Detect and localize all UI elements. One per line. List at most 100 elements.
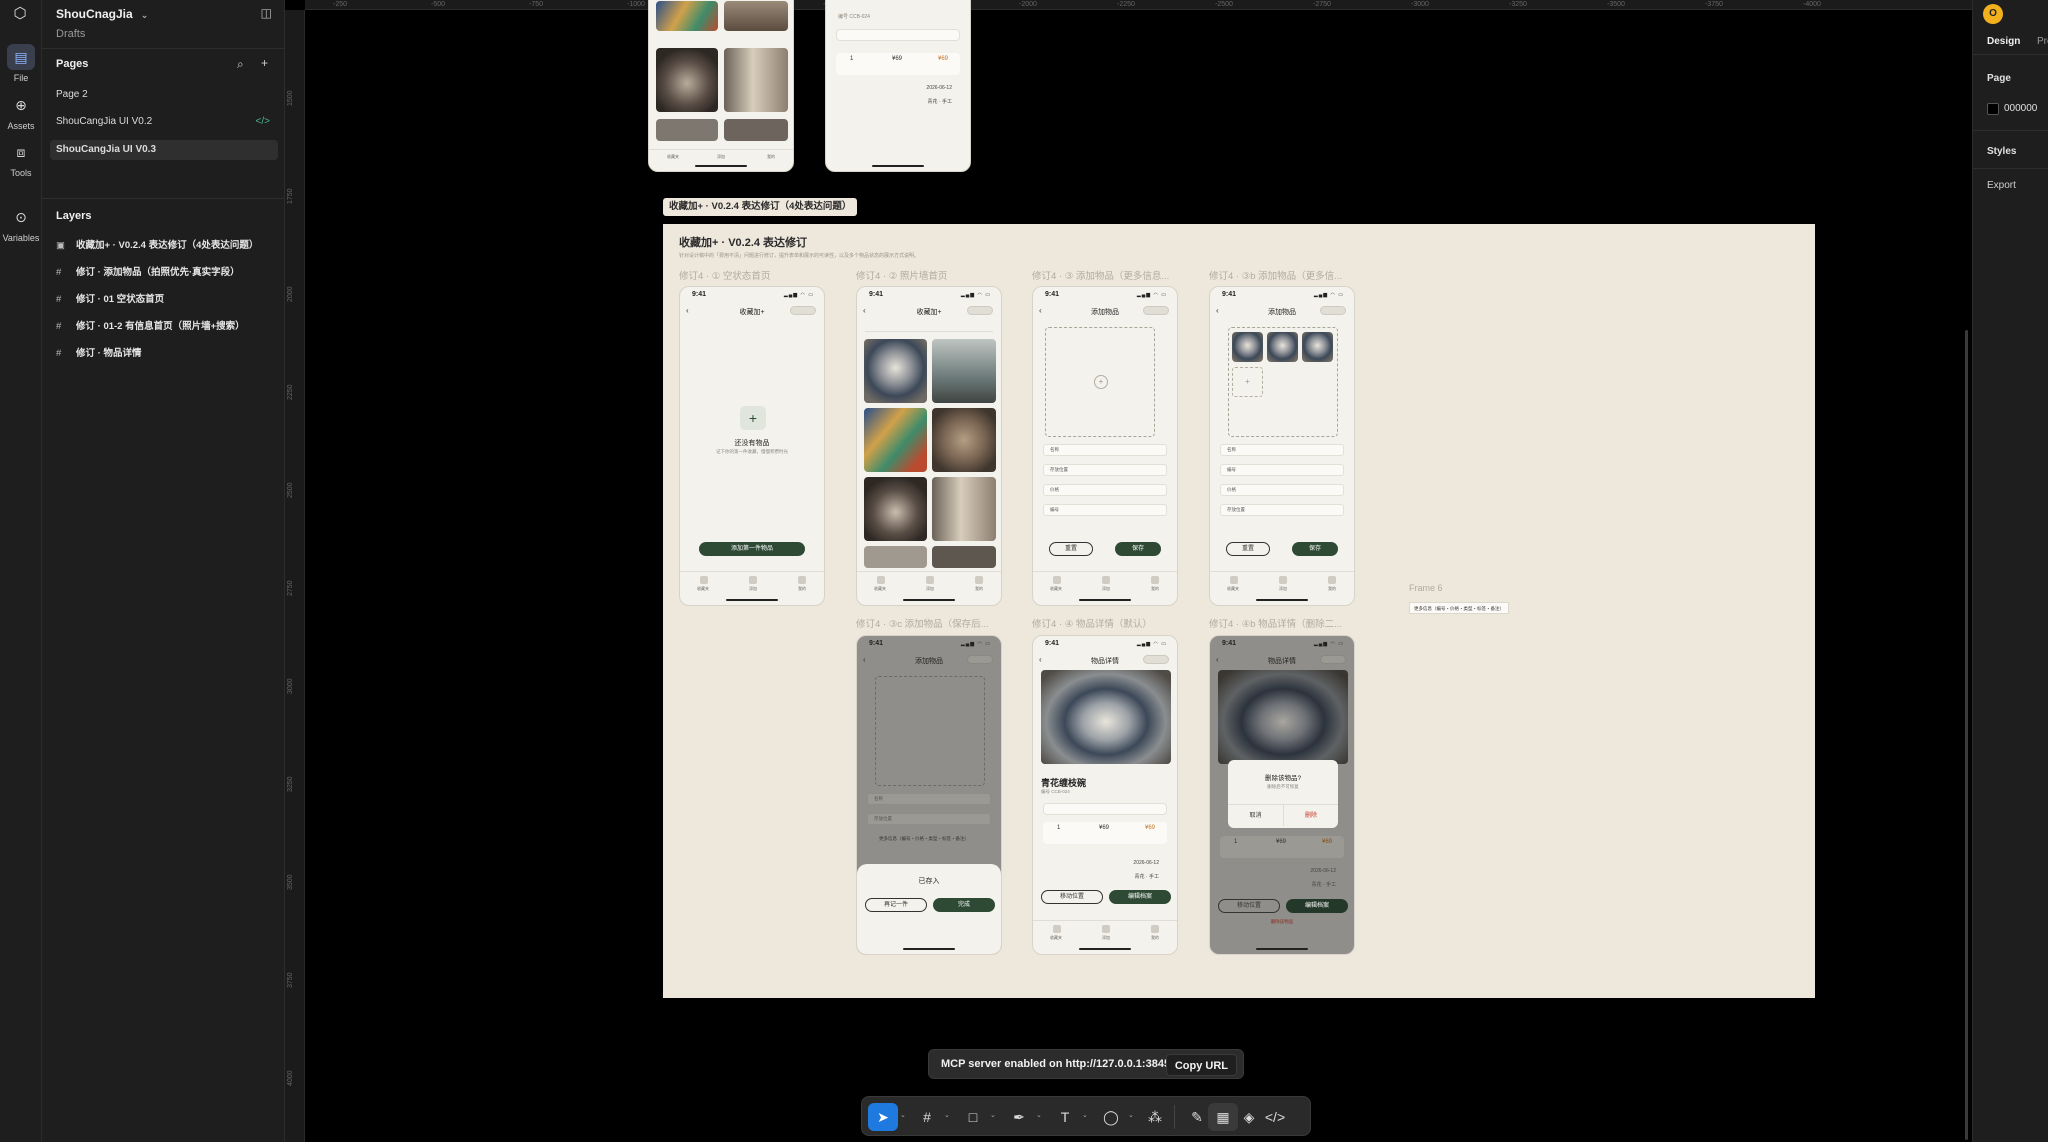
layer-frame[interactable]: # 修订 · 添加物品（拍照优先·真实字段）: [56, 264, 282, 282]
phone-add-item-photos[interactable]: 9:41 ▂▄▆ ◠ ▭ ‹ 添加物品 + 名称 编号 价格 存放位置 重置 保…: [1209, 286, 1355, 606]
photo-thumb[interactable]: [864, 408, 927, 472]
photo-thumb[interactable]: [864, 339, 927, 403]
chevron-down-icon[interactable]: ⌄: [1128, 1111, 1134, 1119]
photo-thumb[interactable]: [1232, 332, 1263, 362]
search-input[interactable]: [865, 323, 993, 332]
capsule-menu[interactable]: [967, 306, 993, 315]
search-icon[interactable]: ⌕: [237, 57, 244, 72]
rail-tools[interactable]: ⧈ Tools: [0, 139, 42, 178]
page-item-v03[interactable]: ShouCangJia UI V0.3: [50, 140, 278, 160]
add-again-button[interactable]: 再记一件: [865, 898, 927, 912]
edit-record-button[interactable]: 编辑档案: [1109, 890, 1171, 904]
page-item-v02[interactable]: ShouCangJia UI V0.2 </>: [50, 112, 278, 132]
delete-item-link[interactable]: 删除该物品: [1210, 919, 1354, 925]
capsule-menu[interactable]: [967, 655, 993, 664]
main-frame[interactable]: 收藏加+ · V0.2.4 表达修订 针对设计稿中的「费用不清」问题进行修订，提…: [663, 224, 1815, 998]
project-name[interactable]: ShouCnagJia ⌄: [56, 7, 148, 21]
project-location[interactable]: Drafts: [56, 28, 85, 40]
page-color-value[interactable]: 000000: [2004, 103, 2037, 114]
export-label[interactable]: Export: [1987, 180, 2016, 191]
move-tool-icon[interactable]: ➤: [868, 1103, 898, 1131]
add-photo-icon[interactable]: +: [1094, 375, 1108, 389]
photo-thumb[interactable]: [932, 339, 996, 403]
photo-thumb[interactable]: [656, 1, 718, 31]
save-button[interactable]: 保存: [1115, 542, 1161, 556]
code-field[interactable]: 编号: [1043, 504, 1167, 516]
pen-tool-icon[interactable]: ✒: [1004, 1103, 1034, 1131]
add-first-button[interactable]: 添加第一件物品: [699, 542, 805, 556]
photo-thumb[interactable]: [1267, 332, 1298, 362]
rail-variables[interactable]: ⊙ Variables: [0, 204, 42, 243]
capsule-menu[interactable]: [1143, 655, 1169, 664]
chevron-down-icon[interactable]: ⌄: [1082, 1111, 1088, 1119]
layer-frame[interactable]: # 修订 · 01 空状态首页: [56, 291, 282, 309]
photo-thumb[interactable]: [932, 477, 996, 541]
reset-button[interactable]: 重置: [1049, 542, 1093, 556]
frame6-label[interactable]: Frame 6: [1409, 583, 1443, 593]
location-row[interactable]: [836, 29, 960, 41]
chevron-down-icon[interactable]: ⌄: [1036, 1111, 1042, 1119]
item-photo[interactable]: [1041, 670, 1171, 764]
canvas[interactable]: -250-500-750-1000-1250-1500-1750-2000-22…: [285, 0, 1972, 1142]
location-field[interactable]: 存放位置: [1043, 464, 1167, 476]
dev-mode-icon[interactable]: </>: [1260, 1103, 1290, 1131]
photo-thumb[interactable]: [656, 119, 718, 141]
location-field[interactable]: 存放位置: [1220, 504, 1344, 516]
phone-photo-wall-partial[interactable]: 收藏夹 添加 我的: [648, 0, 794, 172]
tab-design[interactable]: Design: [1987, 36, 2020, 47]
frame-tool-icon[interactable]: #: [912, 1103, 942, 1131]
capsule-menu[interactable]: [1320, 306, 1346, 315]
frame6-content[interactable]: 更多信息（编号・价格・类型・标签・备注）: [1409, 602, 1509, 614]
price-field[interactable]: 价格: [1043, 484, 1167, 496]
photo-thumb[interactable]: [724, 48, 788, 112]
chevron-down-icon[interactable]: ⌄: [900, 1111, 906, 1119]
chevron-down-icon[interactable]: ⌄: [990, 1111, 996, 1119]
name-field[interactable]: 名称: [1220, 444, 1344, 456]
photo-thumb[interactable]: [656, 48, 718, 112]
done-button[interactable]: 完成: [933, 898, 995, 912]
layer-frame[interactable]: # 修订 · 物品详情: [56, 345, 282, 363]
photo-thumb[interactable]: [932, 546, 996, 568]
cancel-button[interactable]: 取消: [1228, 804, 1283, 826]
add-photo-icon[interactable]: +: [1232, 367, 1263, 397]
photo-thumb[interactable]: [864, 477, 927, 541]
photo-thumb[interactable]: [932, 408, 996, 472]
name-field[interactable]: 名称: [1043, 444, 1167, 456]
add-page-icon[interactable]: +: [261, 56, 268, 70]
capsule-menu[interactable]: [790, 306, 816, 315]
toggle-panel-icon[interactable]: ◫: [261, 6, 272, 20]
text-tool-icon[interactable]: T: [1050, 1103, 1080, 1131]
actions-icon[interactable]: ⁂: [1140, 1103, 1170, 1131]
add-icon[interactable]: +: [740, 406, 766, 430]
phone-add-saved[interactable]: 9:41 ▂▄▆ ◠ ▭ ‹ 添加物品 名称 存放位置 更多信息（编号・价格・类…: [856, 635, 1002, 955]
save-button[interactable]: 保存: [1292, 542, 1338, 556]
rail-assets[interactable]: ⊕ Assets: [0, 92, 42, 131]
phone-item-detail[interactable]: 9:41 ▂▄▆ ◠ ▭ ‹ 物品详情 青花缠枝碗 编号 CCB-024 1 ¥6…: [1032, 635, 1178, 955]
rail-file[interactable]: ▤ File: [0, 44, 42, 83]
comment-tool-icon[interactable]: ◯: [1096, 1103, 1126, 1131]
phone-empty-home[interactable]: 9:41 ▂▄▆ ◠ ▭ ‹ 收藏加+ + 还没有物品 记下你的第一件收藏，慢慢…: [679, 286, 825, 606]
copy-url-button[interactable]: Copy URL: [1165, 1054, 1237, 1076]
capsule-menu[interactable]: [1320, 655, 1346, 664]
photo-thumb[interactable]: [724, 1, 788, 31]
tab-prototype[interactable]: Pro: [2037, 36, 2048, 47]
photo-thumb[interactable]: [1302, 332, 1333, 362]
page-color-swatch[interactable]: [1987, 103, 1999, 115]
phone-detail-delete[interactable]: 9:41 ▂▄▆ ◠ ▭ ‹ 物品详情 1 ¥69 ¥69 2026-06-12 青…: [1209, 635, 1355, 955]
capsule-menu[interactable]: [1143, 306, 1169, 315]
page-item-page-2[interactable]: Page 2: [50, 85, 278, 105]
phone-detail-partial[interactable]: 编号 CCB-024 1 ¥69 ¥69 2026-06-12 青花 · 手工: [825, 0, 971, 172]
code-field[interactable]: 编号: [1220, 464, 1344, 476]
move-location-button[interactable]: 移动位置: [1041, 890, 1103, 904]
figma-logo-icon[interactable]: ⬡: [9, 4, 31, 24]
reset-button[interactable]: 重置: [1226, 542, 1270, 556]
photo-thumb[interactable]: [864, 546, 927, 568]
chevron-down-icon[interactable]: ⌄: [944, 1111, 950, 1119]
location-row[interactable]: [1043, 803, 1167, 815]
canvas-scrollbar[interactable]: [1965, 330, 1968, 1140]
phone-photo-wall[interactable]: 9:41 ▂▄▆ ◠ ▭ ‹ 收藏加+ 收藏夹 添加 我的: [856, 286, 1002, 606]
photo-thumb[interactable]: [724, 119, 788, 141]
styles-label[interactable]: Styles: [1987, 146, 2016, 157]
layer-frame[interactable]: # 修订 · 01-2 有信息首页（照片墙+搜索）: [56, 318, 282, 336]
avatar[interactable]: O: [1983, 4, 2003, 24]
